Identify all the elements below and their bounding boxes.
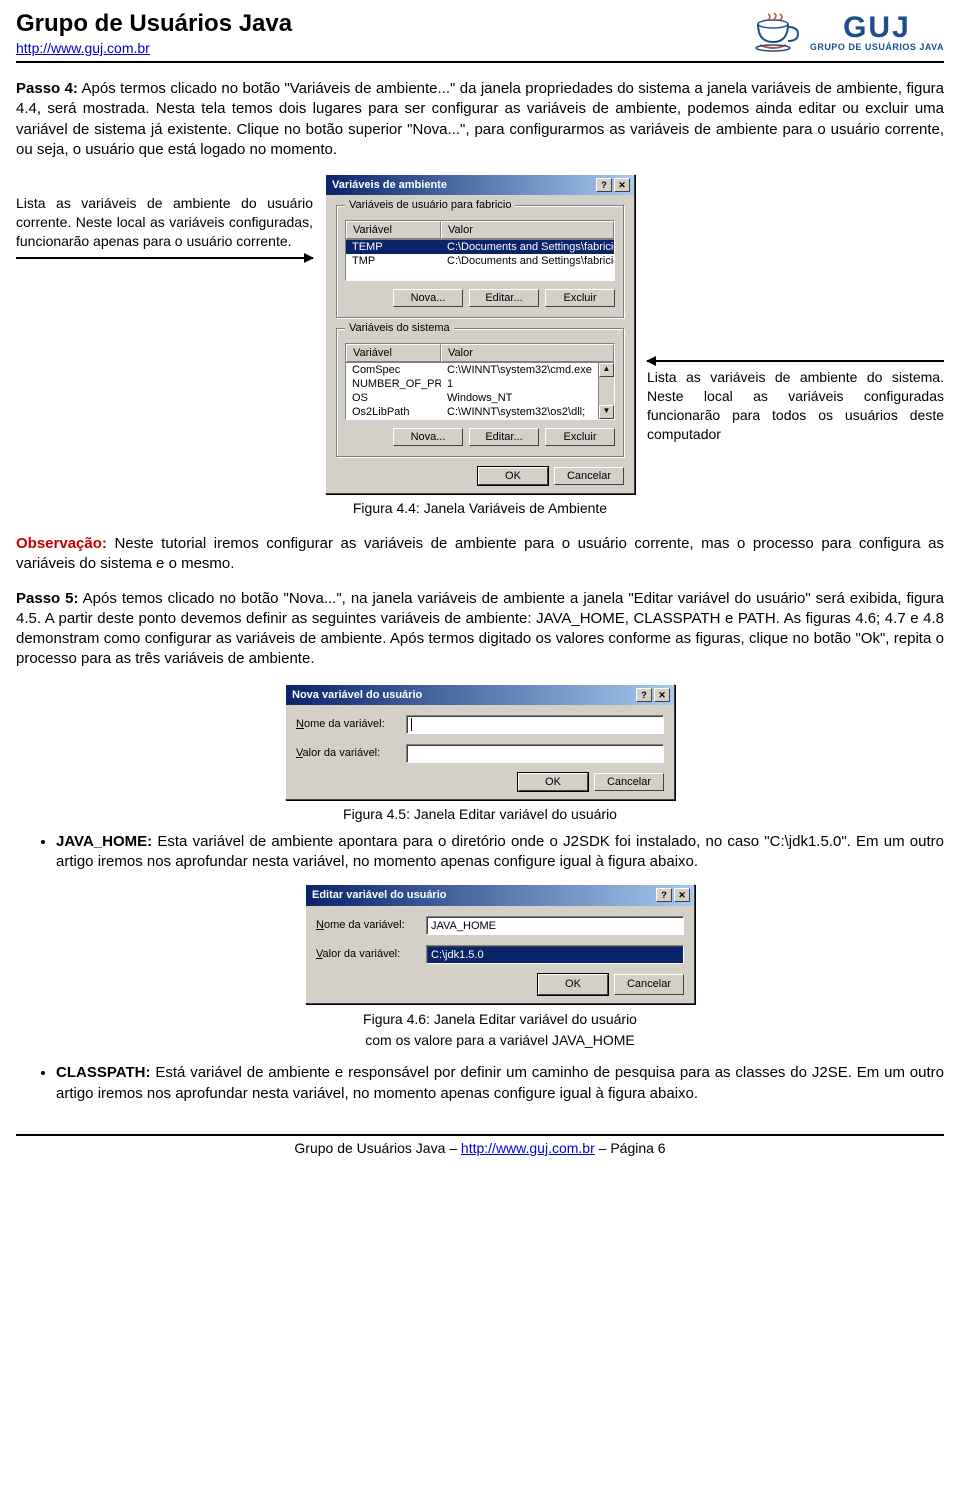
arrow-right-icon [16,257,313,259]
input-nome[interactable]: JAVA_HOME [426,916,684,935]
edit-var-dialog: Editar variável do usuário ? ✕ Nome da v… [305,884,695,1004]
col-header-val[interactable]: Valor [441,221,614,239]
passo4-paragraph: Passo 4: Após termos clicado no botão "V… [16,79,944,160]
callout-right: Lista as variáveis de ambiente do sistem… [647,368,944,444]
close-icon[interactable]: ✕ [674,888,690,902]
passo5-text: Após temos clicado no botão "Nova...", n… [16,590,944,668]
user-vars-list[interactable]: Variável Valor TEMP C:\Documents and Set… [345,220,615,281]
system-vars-list[interactable]: Variável Valor ComSpec C:\WINNT\system32… [345,343,615,420]
label-valor: Valor da variável: [296,747,406,759]
bullet-classpath: CLASSPATH: Está variável de ambiente e r… [56,1063,944,1104]
cancel-button[interactable]: Cancelar [614,974,684,995]
label-valor: Valor da variável: [316,947,426,962]
table-row[interactable]: NUMBER_OF_PR... 1 [346,377,614,391]
titlebar-text: Editar variável do usuário [312,888,654,903]
fig44-caption: Figura 4.4: Janela Variáveis de Ambiente [16,500,944,516]
table-row[interactable]: OS Windows_NT [346,391,614,405]
passo4-text: Após termos clicado no botão "Variáveis … [16,80,944,158]
obs-text: Neste tutorial iremos configurar as vari… [16,535,944,572]
group-title: Variáveis de usuário para fabricio [345,199,515,211]
user-vars-group: Variáveis de usuário para fabricio Variá… [336,205,624,318]
scroll-up-icon[interactable]: ▲ [599,363,614,377]
obs-lead: Observação: [16,535,107,552]
logo-text-small: GRUPO DE USUÁRIOS JAVA [810,43,944,52]
footer-left: Grupo de Usuários Java – [294,1140,461,1156]
excluir-button[interactable]: Excluir [545,289,615,307]
fig46-caption-a: Figura 4.6: Janela Editar variável do us… [56,1010,944,1029]
scroll-down-icon[interactable]: ▼ [599,405,614,419]
group-title: Variáveis do sistema [345,322,454,334]
titlebar: Editar variável do usuário ? ✕ [306,885,694,906]
callout-left: Lista as variáveis de ambiente do usuári… [16,194,313,251]
header-url[interactable]: http://www.guj.com.br [16,40,150,56]
help-icon[interactable]: ? [636,688,652,702]
fig46-caption-b: com os valore para a variável JAVA_HOME [56,1031,944,1050]
col-header-var[interactable]: Variável [346,344,441,362]
new-var-dialog: Nova variável do usuário ? ✕ Nome da var… [285,684,675,800]
footer-url[interactable]: http://www.guj.com.br [461,1140,595,1156]
label-nome: Nome da variável: [316,918,426,933]
table-row[interactable]: ComSpec C:\WINNT\system32\cmd.exe [346,363,614,377]
page-footer: Grupo de Usuários Java – http://www.guj.… [16,1134,944,1156]
bullet-text: Esta variável de ambiente apontara para … [56,833,944,870]
arrow-left-icon [647,360,944,362]
header-title: Grupo de Usuários Java [16,10,754,38]
passo4-lead: Passo 4: [16,80,78,97]
ok-button[interactable]: OK [518,773,588,791]
ok-button[interactable]: OK [478,467,548,485]
table-row[interactable]: TMP C:\Documents and Settings\fabricio\C… [346,254,614,268]
footer-right: – Página 6 [595,1140,666,1156]
titlebar: Variáveis de ambiente ? ✕ [326,175,634,195]
close-icon[interactable]: ✕ [654,688,670,702]
cancel-button[interactable]: Cancelar [594,773,664,791]
titlebar-text: Variáveis de ambiente [332,179,594,191]
close-icon[interactable]: ✕ [614,178,630,192]
ok-button[interactable]: OK [538,974,608,995]
help-icon[interactable]: ? [656,888,672,902]
col-header-var[interactable]: Variável [346,221,441,239]
titlebar: Nova variável do usuário ? ✕ [286,685,674,705]
input-nome[interactable] [406,715,664,734]
logo-text-big: GUJ [810,13,944,43]
help-icon[interactable]: ? [596,178,612,192]
scrollbar[interactable]: ▲ ▼ [598,363,614,419]
bullet-lead: CLASSPATH: [56,1064,150,1081]
excluir-button[interactable]: Excluir [545,428,615,446]
fig45-caption: Figura 4.5: Janela Editar variável do us… [16,806,944,822]
bullet-text: Está variável de ambiente e responsável … [56,1064,944,1101]
bullet-lead: JAVA_HOME: [56,833,152,850]
passo5-paragraph: Passo 5: Após temos clicado no botão "No… [16,589,944,670]
editar-button[interactable]: Editar... [469,289,539,307]
logo-block: GUJ GRUPO DE USUÁRIOS JAVA [754,10,944,52]
input-valor[interactable] [406,744,664,763]
table-row[interactable]: TEMP C:\Documents and Settings\fabricio\… [346,240,614,254]
passo5-lead: Passo 5: [16,590,79,607]
observacao-paragraph: Observação: Neste tutorial iremos config… [16,534,944,575]
cancel-button[interactable]: Cancelar [554,467,624,485]
col-header-val[interactable]: Valor [441,344,614,362]
label-nome: Nome da variável: [296,718,406,730]
page-header: Grupo de Usuários Java http://www.guj.co… [16,10,944,63]
bullet-java-home: JAVA_HOME: Esta variável de ambiente apo… [56,832,944,1050]
table-row[interactable]: Os2LibPath C:\WINNT\system32\os2\dll; [346,405,614,419]
env-vars-dialog: Variáveis de ambiente ? ✕ Variáveis de u… [325,174,635,494]
nova-button[interactable]: Nova... [393,428,463,446]
coffee-cup-icon [754,12,800,52]
editar-button[interactable]: Editar... [469,428,539,446]
nova-button[interactable]: Nova... [393,289,463,307]
titlebar-text: Nova variável do usuário [292,689,634,701]
input-valor[interactable]: C:\jdk1.5.0 [426,945,684,964]
system-vars-group: Variáveis do sistema Variável Valor Com [336,328,624,457]
